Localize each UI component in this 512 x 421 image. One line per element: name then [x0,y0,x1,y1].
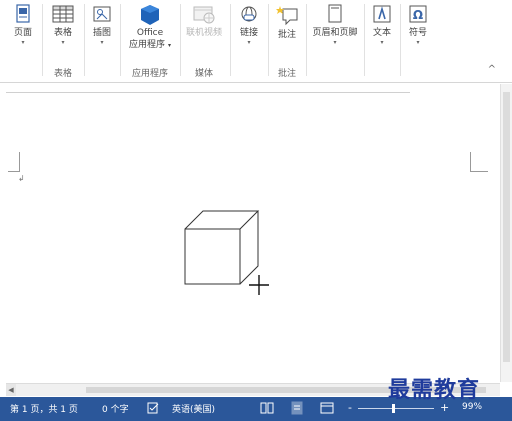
vertical-scroll-thumb[interactable] [503,92,510,362]
zoom-slider-track[interactable] [358,408,434,409]
zoom-out-button[interactable]: - [348,401,352,414]
symbol-button[interactable]: Ω 符号 ▾ [404,4,432,47]
omega-symbol-icon: Ω [409,5,427,23]
illustration-icon [93,6,111,22]
paragraph-mark: ↲ [18,174,25,183]
office-apps-line1: Office [136,28,164,38]
group-divider [120,4,121,76]
page-icon [16,4,30,23]
office-apps-line2: 应用程序 ▾ [129,40,171,50]
office-apps-button[interactable]: Office 应用程序 ▾ [124,4,176,52]
table-icon [52,5,74,23]
header-footer-icon [328,4,342,23]
margin-corner-right [470,152,488,172]
comment-icon [276,6,298,26]
group-label-comments: 批注 [277,69,296,79]
page-button[interactable]: 页面 ▾ [8,4,38,47]
ribbon-insert-tab: 页面 ▾ 表格 ▾ 表格 插图 ▾ Office 应用程序 ▾ 应用程序 联机视… [0,0,512,83]
link-button-label: 链接 [239,28,258,38]
symbol-button-label: 符号 [408,28,427,38]
group-divider [364,4,365,76]
group-label-apps: 应用程序 [131,69,168,79]
link-button[interactable]: 链接 ▾ [234,4,264,47]
crosshair-cursor-icon [249,275,269,295]
watermark-logo: 最需教育 [388,377,481,403]
chevron-down-icon: ▾ [333,39,337,46]
online-video-label: 联机视频 [185,28,222,38]
text-icon [373,5,391,23]
group-divider [42,4,43,76]
print-layout-icon[interactable] [290,401,304,415]
header-footer-label: 页眉和页脚 [312,28,358,38]
online-video-icon [193,6,215,24]
group-divider [268,4,269,76]
web-layout-icon[interactable] [320,401,334,415]
language-status[interactable]: 英语(美国) [172,402,215,415]
header-footer-button[interactable]: 页眉和页脚 ▾ [308,4,362,47]
page-count-status[interactable]: 第 1 页，共 1 页 [10,402,78,415]
group-label-table: 表格 [53,69,72,79]
group-divider [400,4,401,76]
illustration-button-label: 插图 [92,28,111,38]
chevron-down-icon: ▾ [380,39,384,46]
page-button-label: 页面 [13,28,32,38]
group-divider [230,4,231,76]
zoom-slider-thumb[interactable] [392,404,395,413]
table-button-label: 表格 [53,28,72,38]
chevron-down-icon: ▾ [100,39,104,46]
chevron-down-icon: ▾ [167,42,171,49]
group-label-media: 媒体 [194,69,213,79]
group-divider [306,4,307,76]
online-video-button[interactable]: 联机视频 [182,4,226,39]
margin-corner-left [8,152,20,172]
office-store-icon [141,5,159,25]
collapse-ribbon-icon[interactable]: ^ [488,64,496,75]
chevron-down-icon: ▾ [21,39,25,46]
new-comment-button[interactable]: 批注 [272,4,302,41]
group-divider [180,4,181,76]
illustration-button[interactable]: 插图 ▾ [88,4,116,47]
table-button[interactable]: 表格 ▾ [48,4,78,47]
scroll-left-arrow-icon[interactable]: ◀ [6,384,16,396]
page-top-edge [6,92,410,93]
chevron-down-icon: ▾ [61,39,65,46]
word-count-status[interactable]: 0 个字 [102,402,129,415]
vertical-scrollbar[interactable] [500,84,512,382]
cube-shape[interactable] [180,205,275,300]
chevron-down-icon: ▾ [247,39,251,46]
proofing-icon[interactable] [146,401,160,415]
comment-button-label: 批注 [277,30,296,40]
chevron-down-icon: ▾ [416,39,420,46]
read-mode-icon[interactable] [260,401,274,415]
group-divider [84,4,85,76]
link-icon [241,6,257,22]
svg-text:Ω: Ω [413,8,423,22]
text-button-label: 文本 [372,28,391,38]
text-button[interactable]: 文本 ▾ [368,4,396,47]
